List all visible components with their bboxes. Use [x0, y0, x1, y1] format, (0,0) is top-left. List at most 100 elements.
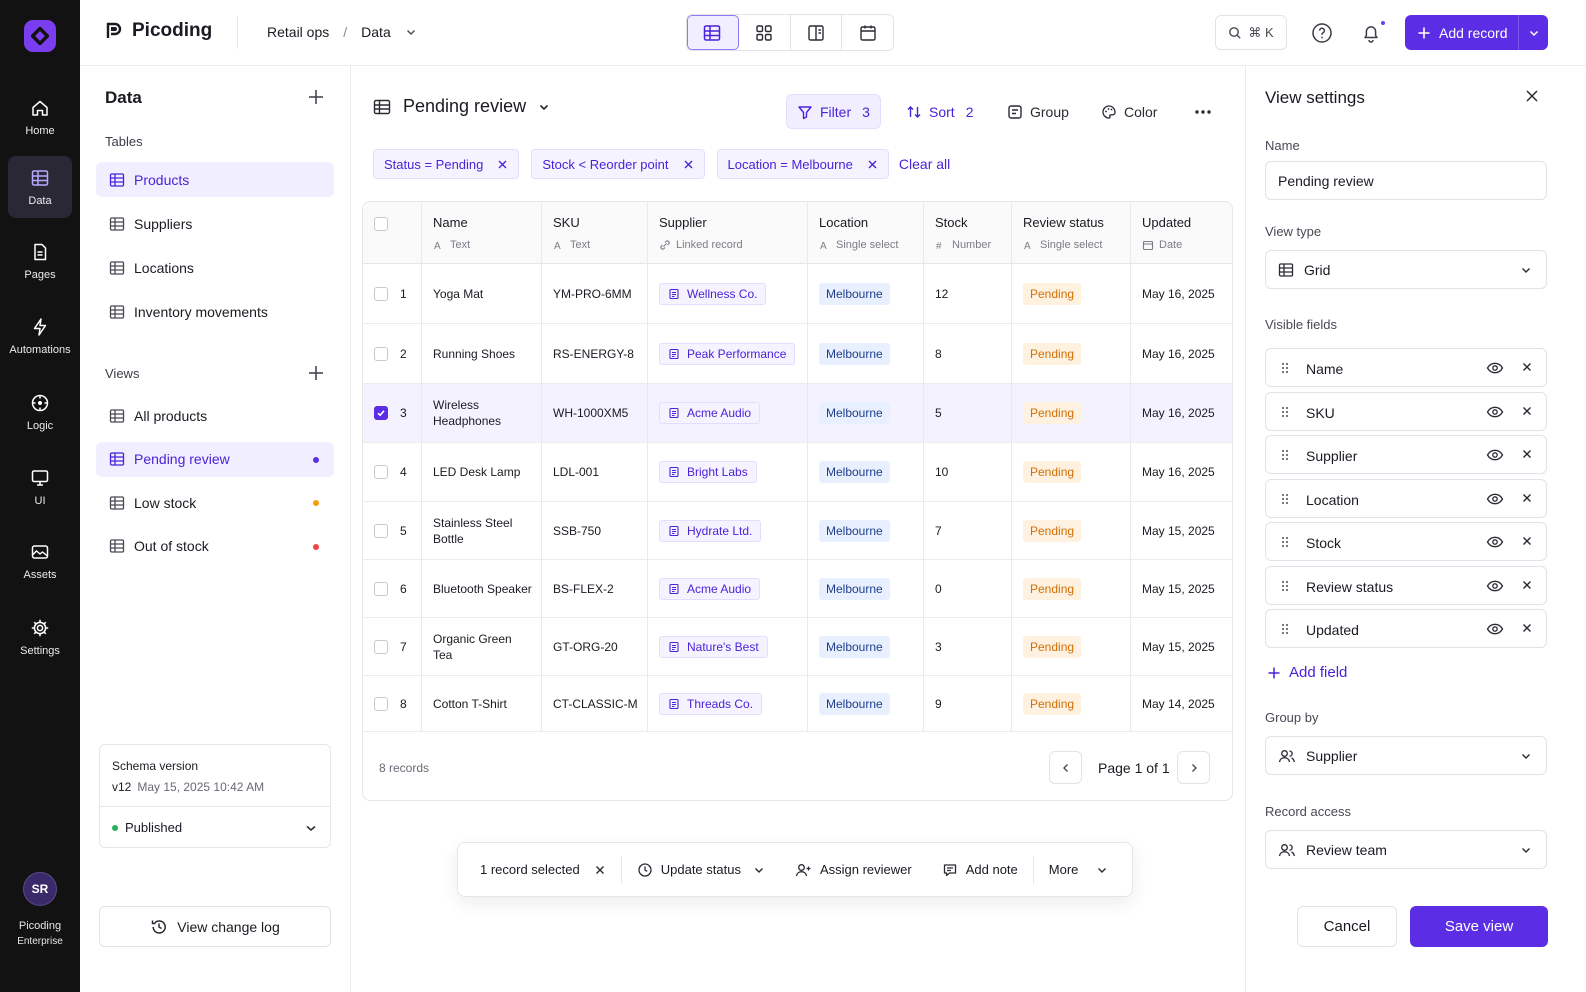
visible-field-review-status[interactable]: Review status: [1265, 566, 1547, 605]
linked-record-chip[interactable]: Acme Audio: [659, 402, 761, 424]
view-item-pending-review[interactable]: Pending review: [96, 441, 334, 477]
row-checkbox[interactable]: [374, 465, 388, 479]
column-header-review-status[interactable]: Review status: [1023, 215, 1104, 230]
column-header-updated[interactable]: Updated: [1142, 215, 1191, 230]
rail-item-data[interactable]: Data: [8, 156, 72, 218]
drag-handle-icon[interactable]: [1280, 579, 1290, 593]
row-checkbox[interactable]: [374, 406, 388, 420]
visible-field-updated[interactable]: Updated: [1265, 609, 1547, 648]
rail-item-ui[interactable]: UI: [8, 456, 72, 518]
table-row[interactable]: 6 Bluetooth Speaker BS-FLEX-2 Acme Audio Mel…: [363, 560, 1232, 618]
visible-field-name[interactable]: Name: [1265, 348, 1547, 387]
split-view-button[interactable]: [791, 15, 843, 50]
save-view-button[interactable]: Save view: [1410, 906, 1548, 947]
eye-icon[interactable]: [1486, 360, 1504, 376]
filter-button[interactable]: Filter 3: [786, 94, 881, 129]
linked-record-chip[interactable]: Acme Audio: [659, 577, 761, 600]
calendar-view-button[interactable]: [842, 15, 893, 50]
drag-handle-icon[interactable]: [1280, 448, 1290, 462]
table-row[interactable]: 3 Wireless Headphones WH-1000XM5 Acme Audio…: [363, 384, 1232, 443]
rail-item-pages[interactable]: Pages: [8, 230, 72, 292]
update-status-button[interactable]: Update status: [622, 843, 780, 896]
view-item-all-products[interactable]: All products: [96, 398, 334, 433]
linked-record-chip[interactable]: Nature's Best: [659, 635, 768, 658]
drag-handle-icon[interactable]: [1280, 361, 1290, 375]
column-header-name[interactable]: Name: [433, 215, 468, 230]
linked-record-chip[interactable]: Threads Co.: [659, 692, 763, 715]
eye-icon[interactable]: [1486, 491, 1504, 507]
column-header-stock[interactable]: Stock: [935, 215, 968, 230]
brand[interactable]: Picoding: [104, 20, 212, 42]
add-record-menu-button[interactable]: [1518, 15, 1548, 50]
grid-view-button[interactable]: [687, 15, 739, 50]
filter-chip[interactable]: Location = Melbourne: [716, 149, 889, 179]
linked-record-chip[interactable]: Peak Performance: [659, 342, 796, 365]
column-header-sku[interactable]: SKU: [553, 215, 580, 230]
view-name-input[interactable]: Pending review: [1265, 161, 1547, 200]
add-record-button[interactable]: Add record: [1405, 15, 1548, 50]
visible-field-stock[interactable]: Stock: [1265, 522, 1547, 561]
table-item-products[interactable]: Products: [96, 162, 334, 197]
group-by-select[interactable]: Supplier: [1265, 736, 1547, 775]
rail-item-logic[interactable]: Logic: [8, 381, 72, 443]
add-note-button[interactable]: Add note: [927, 843, 1033, 896]
close-icon[interactable]: [497, 159, 508, 170]
row-checkbox[interactable]: [374, 523, 388, 538]
eye-icon[interactable]: [1486, 404, 1504, 420]
rail-item-settings[interactable]: Settings: [8, 606, 72, 668]
breadcrumb-section[interactable]: Data: [361, 24, 391, 40]
remove-field-icon[interactable]: [1521, 405, 1533, 417]
bell-icon[interactable]: [1360, 22, 1382, 44]
view-item-low-stock[interactable]: Low stock: [96, 485, 334, 520]
view-item-out-of-stock[interactable]: Out of stock: [96, 529, 334, 564]
eye-icon[interactable]: [1486, 447, 1504, 463]
row-checkbox[interactable]: [374, 581, 388, 596]
table-item-suppliers[interactable]: Suppliers: [96, 206, 334, 241]
linked-record-chip[interactable]: Hydrate Ltd.: [659, 519, 762, 542]
close-icon[interactable]: [1524, 88, 1540, 104]
eye-icon[interactable]: [1486, 534, 1504, 550]
remove-field-icon[interactable]: [1521, 361, 1533, 373]
more-actions-button[interactable]: More: [1034, 843, 1124, 896]
linked-record-chip[interactable]: Wellness Co.: [659, 282, 767, 305]
close-icon[interactable]: [594, 864, 606, 876]
row-checkbox[interactable]: [374, 346, 388, 361]
table-row[interactable]: 7 Organic Green Tea GT-ORG-20 Nature's Best…: [363, 618, 1232, 676]
rail-item-assets[interactable]: Assets: [8, 530, 72, 592]
filter-chip[interactable]: Stock < Reorder point: [531, 149, 705, 179]
cancel-button[interactable]: Cancel: [1297, 906, 1397, 947]
drag-handle-icon[interactable]: [1280, 405, 1290, 419]
user-avatar[interactable]: SR: [23, 872, 57, 906]
add-view-icon[interactable]: [307, 364, 325, 382]
table-row[interactable]: 5 Stainless Steel Bottle SSB-750 Hydrate Lt…: [363, 502, 1232, 560]
rail-item-automations[interactable]: Automations: [8, 305, 72, 367]
view-title-dropdown[interactable]: Pending review: [373, 96, 550, 117]
remove-field-icon[interactable]: [1521, 535, 1533, 547]
add-field-button[interactable]: Add field: [1267, 664, 1347, 681]
visible-field-sku[interactable]: SKU: [1265, 392, 1547, 431]
publish-status[interactable]: Published: [112, 820, 182, 835]
table-row[interactable]: 1 Yoga Mat YM-PRO-6MM Wellness Co. Melbourne…: [363, 264, 1232, 324]
view-change-log-button[interactable]: View change log: [99, 906, 331, 947]
eye-icon[interactable]: [1486, 621, 1504, 637]
linked-record-chip[interactable]: Bright Labs: [659, 461, 757, 483]
remove-field-icon[interactable]: [1521, 622, 1533, 634]
row-checkbox[interactable]: [374, 286, 388, 301]
view-type-select[interactable]: Grid: [1265, 250, 1547, 289]
chevron-down-icon[interactable]: [304, 821, 318, 835]
table-item-inventory-movements[interactable]: Inventory movements: [96, 294, 334, 329]
clear-all-filters-link[interactable]: Clear all: [899, 156, 950, 172]
more-options-icon[interactable]: [1193, 104, 1213, 120]
row-checkbox[interactable]: [374, 639, 388, 654]
row-checkbox[interactable]: [374, 696, 388, 711]
visible-field-location[interactable]: Location: [1265, 479, 1547, 518]
close-icon[interactable]: [867, 159, 878, 170]
color-button[interactable]: Color: [1091, 94, 1167, 129]
rail-item-home[interactable]: Home: [8, 86, 72, 148]
column-header-location[interactable]: Location: [819, 215, 868, 230]
eye-icon[interactable]: [1486, 578, 1504, 594]
next-page-button[interactable]: [1177, 751, 1210, 784]
drag-handle-icon[interactable]: [1280, 622, 1290, 636]
table-item-locations[interactable]: Locations: [96, 250, 334, 285]
gallery-view-button[interactable]: [739, 15, 791, 50]
